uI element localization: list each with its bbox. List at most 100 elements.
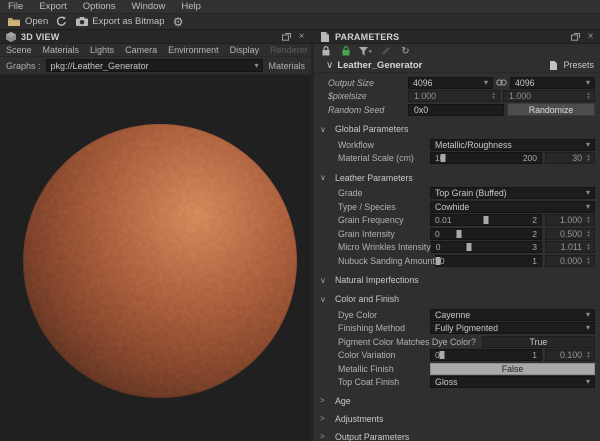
grain-intensity-value[interactable]: 0.500 ▴▾ xyxy=(545,228,595,240)
row-pigment-match: Pigment Color Matches Dye Color? True xyxy=(314,335,600,348)
spinner-arrows-icon[interactable]: ▴▾ xyxy=(585,257,592,265)
graph-select[interactable]: pkg://Leather_Generator ▾ xyxy=(46,59,264,72)
dye-color-dropdown[interactable]: Cayenne ▾ xyxy=(430,309,595,321)
slider-handle[interactable] xyxy=(456,230,461,238)
row-pixelsize: $pixelsize 1.000 ▴▾ 1.000 ▴▾ xyxy=(314,90,600,103)
slider-handle[interactable] xyxy=(484,216,489,224)
menu-help[interactable]: Help xyxy=(181,1,201,12)
tab-scene[interactable]: Scene xyxy=(6,45,32,55)
tab-display[interactable]: Display xyxy=(230,45,260,55)
row-nubuck-sanding: Nubuck Sanding Amount 0 1 0.000 ▴▾ xyxy=(314,254,600,267)
edit-icon-disabled xyxy=(379,46,392,57)
slider-handle[interactable] xyxy=(440,351,445,359)
spinner-arrows-icon[interactable]: ▴▾ xyxy=(585,216,592,224)
export-as-bitmap-button[interactable]: Export as Bitmap xyxy=(75,16,164,27)
spinner-arrows-icon[interactable]: ▴▾ xyxy=(585,154,592,162)
reset-icon[interactable]: ↻ xyxy=(399,46,412,57)
menu-export[interactable]: Export xyxy=(39,1,66,12)
open-button[interactable]: Open xyxy=(8,16,48,27)
row-metallic-finish: Metallic Finish False xyxy=(314,362,600,375)
view3d-titlebar: 3D VIEW × xyxy=(0,30,311,44)
section-natural-imperfections[interactable]: ∨ Natural Imperfections xyxy=(314,274,600,286)
spinner-arrows-icon[interactable]: ▴▾ xyxy=(585,92,592,100)
section-color-and-finish[interactable]: ∨ Color and Finish xyxy=(314,293,600,305)
parameters-panel: PARAMETERS × ↻ ∨ Leather_Generator xyxy=(314,30,600,441)
section-global-parameters[interactable]: ∨ Global Parameters xyxy=(314,123,600,135)
refresh-icon[interactable] xyxy=(55,16,68,27)
lock-icon[interactable] xyxy=(319,46,332,57)
presets-icon xyxy=(547,60,560,71)
presets-button[interactable]: Presets xyxy=(547,60,594,71)
nubuck-sanding-slider[interactable]: 0 1 xyxy=(435,255,542,267)
tab-environment[interactable]: Environment xyxy=(168,45,219,55)
color-variation-value[interactable]: 0.100 ▴▾ xyxy=(545,349,595,361)
output-size-y-dropdown[interactable]: 4096 ▾ xyxy=(510,77,595,89)
materials-label[interactable]: Materials xyxy=(268,61,305,71)
row-top-coat-finish: Top Coat Finish Gloss ▾ xyxy=(314,376,600,389)
spinner-arrows-icon[interactable]: ▴▾ xyxy=(585,230,592,238)
workflow-dropdown[interactable]: Metallic/Roughness ▾ xyxy=(430,139,595,151)
nubuck-sanding-value[interactable]: 0.000 ▴▾ xyxy=(545,255,595,267)
gear-icon[interactable]: ⚙ xyxy=(172,16,185,27)
menu-file[interactable]: File xyxy=(8,1,23,12)
camera-icon xyxy=(75,16,88,27)
tab-camera[interactable]: Camera xyxy=(125,45,157,55)
preset-lock-icon[interactable] xyxy=(339,46,352,57)
chevron-right-icon: > xyxy=(320,396,328,405)
section-age[interactable]: > Age xyxy=(314,395,600,407)
output-size-x-dropdown[interactable]: 4096 ▾ xyxy=(408,77,493,89)
micro-wrinkles-value[interactable]: 1.011 ▴▾ xyxy=(545,241,595,253)
randomize-button[interactable]: Randomize xyxy=(507,103,595,116)
spinner-arrows-icon[interactable]: ▴▾ xyxy=(585,243,592,251)
pixelsize-y-input[interactable]: 1.000 ▴▾ xyxy=(503,90,595,102)
chevron-down-icon: ▾ xyxy=(484,79,488,87)
spinner-arrows-icon[interactable]: ▴▾ xyxy=(585,351,592,359)
grain-intensity-slider[interactable]: 0 2 xyxy=(430,228,542,240)
float-window-icon[interactable] xyxy=(281,32,292,42)
viewport-3d[interactable] xyxy=(0,75,311,441)
material-scale-value[interactable]: 30 ▴▾ xyxy=(545,152,595,164)
section-leather-parameters[interactable]: ∨ Leather Parameters xyxy=(314,172,600,184)
type-species-dropdown[interactable]: Cowhide ▾ xyxy=(430,201,595,213)
float-window-icon[interactable] xyxy=(570,32,581,42)
slider-handle[interactable] xyxy=(441,154,446,162)
filter-dropdown-icon[interactable] xyxy=(359,46,372,57)
grain-frequency-slider[interactable]: 0.01 2 xyxy=(430,214,542,226)
pixelsize-x-input[interactable]: 1.000 ▴▾ xyxy=(408,90,500,102)
close-icon[interactable]: × xyxy=(585,32,596,42)
finishing-method-dropdown[interactable]: Fully Pigmented ▾ xyxy=(430,322,595,334)
tab-materials[interactable]: Materials xyxy=(43,45,80,55)
link-icon[interactable] xyxy=(496,79,507,86)
top-coat-finish-dropdown[interactable]: Gloss ▾ xyxy=(430,376,595,388)
close-icon[interactable]: × xyxy=(296,32,307,42)
chevron-down-icon: ∨ xyxy=(320,276,328,285)
metallic-finish-toggle[interactable]: False xyxy=(430,363,595,375)
grade-dropdown[interactable]: Top Grain (Buffed) ▾ xyxy=(430,187,595,199)
parameters-title: PARAMETERS xyxy=(335,32,566,42)
section-output-parameters[interactable]: > Output Parameters xyxy=(314,431,600,441)
row-type-species: Type / Species Cowhide ▾ xyxy=(314,200,600,213)
row-workflow: Workflow Metallic/Roughness ▾ xyxy=(314,138,600,151)
pigment-match-toggle[interactable]: True xyxy=(482,336,595,348)
chevron-down-icon: ∨ xyxy=(320,295,328,304)
row-grain-intensity: Grain Intensity 0 2 0.500 ▴▾ xyxy=(314,227,600,240)
graphs-label: Graphs : xyxy=(6,61,41,71)
material-scale-slider[interactable]: 10 200 xyxy=(430,152,542,164)
menu-options[interactable]: Options xyxy=(83,1,116,12)
row-finishing-method: Finishing Method Fully Pigmented ▾ xyxy=(314,322,600,335)
slider-handle[interactable] xyxy=(466,243,471,251)
menu-window[interactable]: Window xyxy=(132,1,166,12)
chevron-down-icon: ▾ xyxy=(586,378,590,386)
spinner-arrows-icon[interactable]: ▴▾ xyxy=(490,92,497,100)
graph-name-row: ∨ Leather_Generator Presets xyxy=(314,58,600,73)
random-seed-input[interactable]: 0x0 xyxy=(408,104,504,116)
section-adjustments[interactable]: > Adjustments xyxy=(314,413,600,425)
micro-wrinkles-slider[interactable]: 0 3 xyxy=(431,241,542,253)
row-output-size: Output Size 4096 ▾ 4096 ▾ xyxy=(314,76,600,89)
color-variation-slider[interactable]: 0 1 xyxy=(430,349,542,361)
grain-frequency-value[interactable]: 1.000 ▴▾ xyxy=(545,214,595,226)
tab-lights[interactable]: Lights xyxy=(90,45,114,55)
slider-handle[interactable] xyxy=(435,257,440,265)
chevron-down-icon[interactable]: ∨ xyxy=(320,59,333,71)
row-grade: Grade Top Grain (Buffed) ▾ xyxy=(314,187,600,200)
